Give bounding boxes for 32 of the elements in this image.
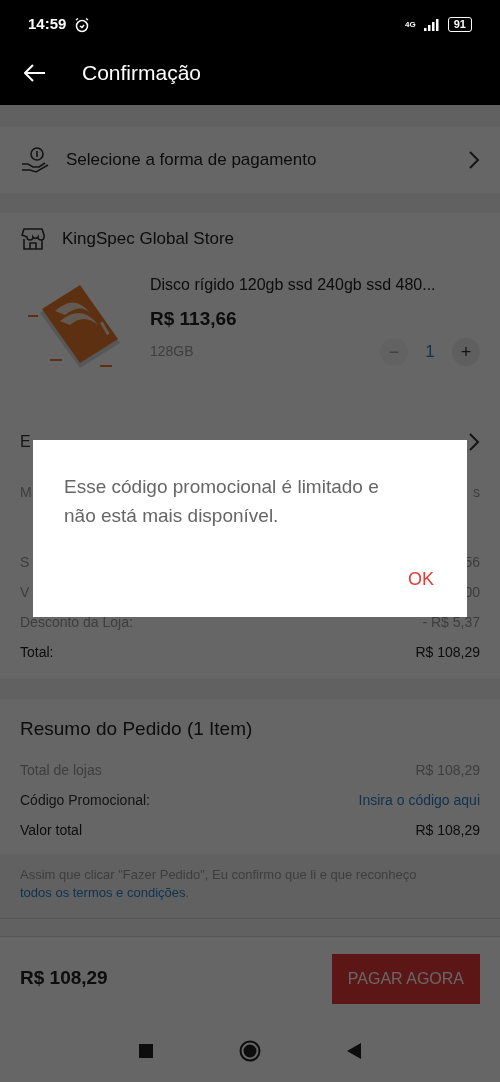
- pay-now-button[interactable]: PAGAR AGORA: [331, 953, 480, 1004]
- alarm-icon: [74, 16, 91, 33]
- row-label: Total:: [20, 642, 54, 662]
- store-icon: [20, 227, 46, 251]
- ok-button[interactable]: OK: [400, 562, 442, 597]
- dialog-message: Esse código promocional é limitado e não está mais disponível.: [64, 475, 380, 528]
- promo-code-link[interactable]: Insira o código aqui: [358, 790, 480, 811]
- status-time: 14:59: [28, 14, 67, 35]
- summary-value: R$ 108,29: [415, 821, 480, 840]
- row-label: E: [20, 432, 31, 452]
- network-label: 4G: [405, 18, 416, 31]
- quantity-value: 1: [424, 340, 436, 363]
- decrease-button[interactable]: −: [380, 337, 408, 366]
- summary-label: Código Promocional:: [20, 791, 150, 810]
- back-button[interactable]: [347, 1043, 361, 1059]
- chevron-right-icon: [468, 432, 480, 452]
- row-value: R$ 108,29: [415, 642, 480, 662]
- signal-icon: [423, 18, 440, 31]
- page-title: Confirmação: [82, 59, 202, 86]
- battery-indicator: 91: [447, 17, 472, 32]
- back-arrow-icon[interactable]: [24, 63, 46, 82]
- product-price: R$ 113,66: [150, 307, 238, 331]
- chevron-right-icon: [468, 150, 480, 170]
- footer-total: R$ 108,29: [20, 966, 108, 991]
- summary-title: Resumo do Pedido (1 Item): [19, 717, 254, 741]
- hand-coin-icon: [20, 146, 50, 174]
- increase-button[interactable]: +: [452, 337, 480, 366]
- home-button[interactable]: [239, 1040, 261, 1062]
- payment-method-row[interactable]: Selecione a forma de pagamento: [0, 127, 500, 193]
- store-name: KingSpec Global Store: [62, 228, 234, 251]
- product-title: Disco rígido 120gb ssd 240gb ssd 480...: [150, 275, 437, 295]
- summary-label: Valor total: [20, 821, 82, 840]
